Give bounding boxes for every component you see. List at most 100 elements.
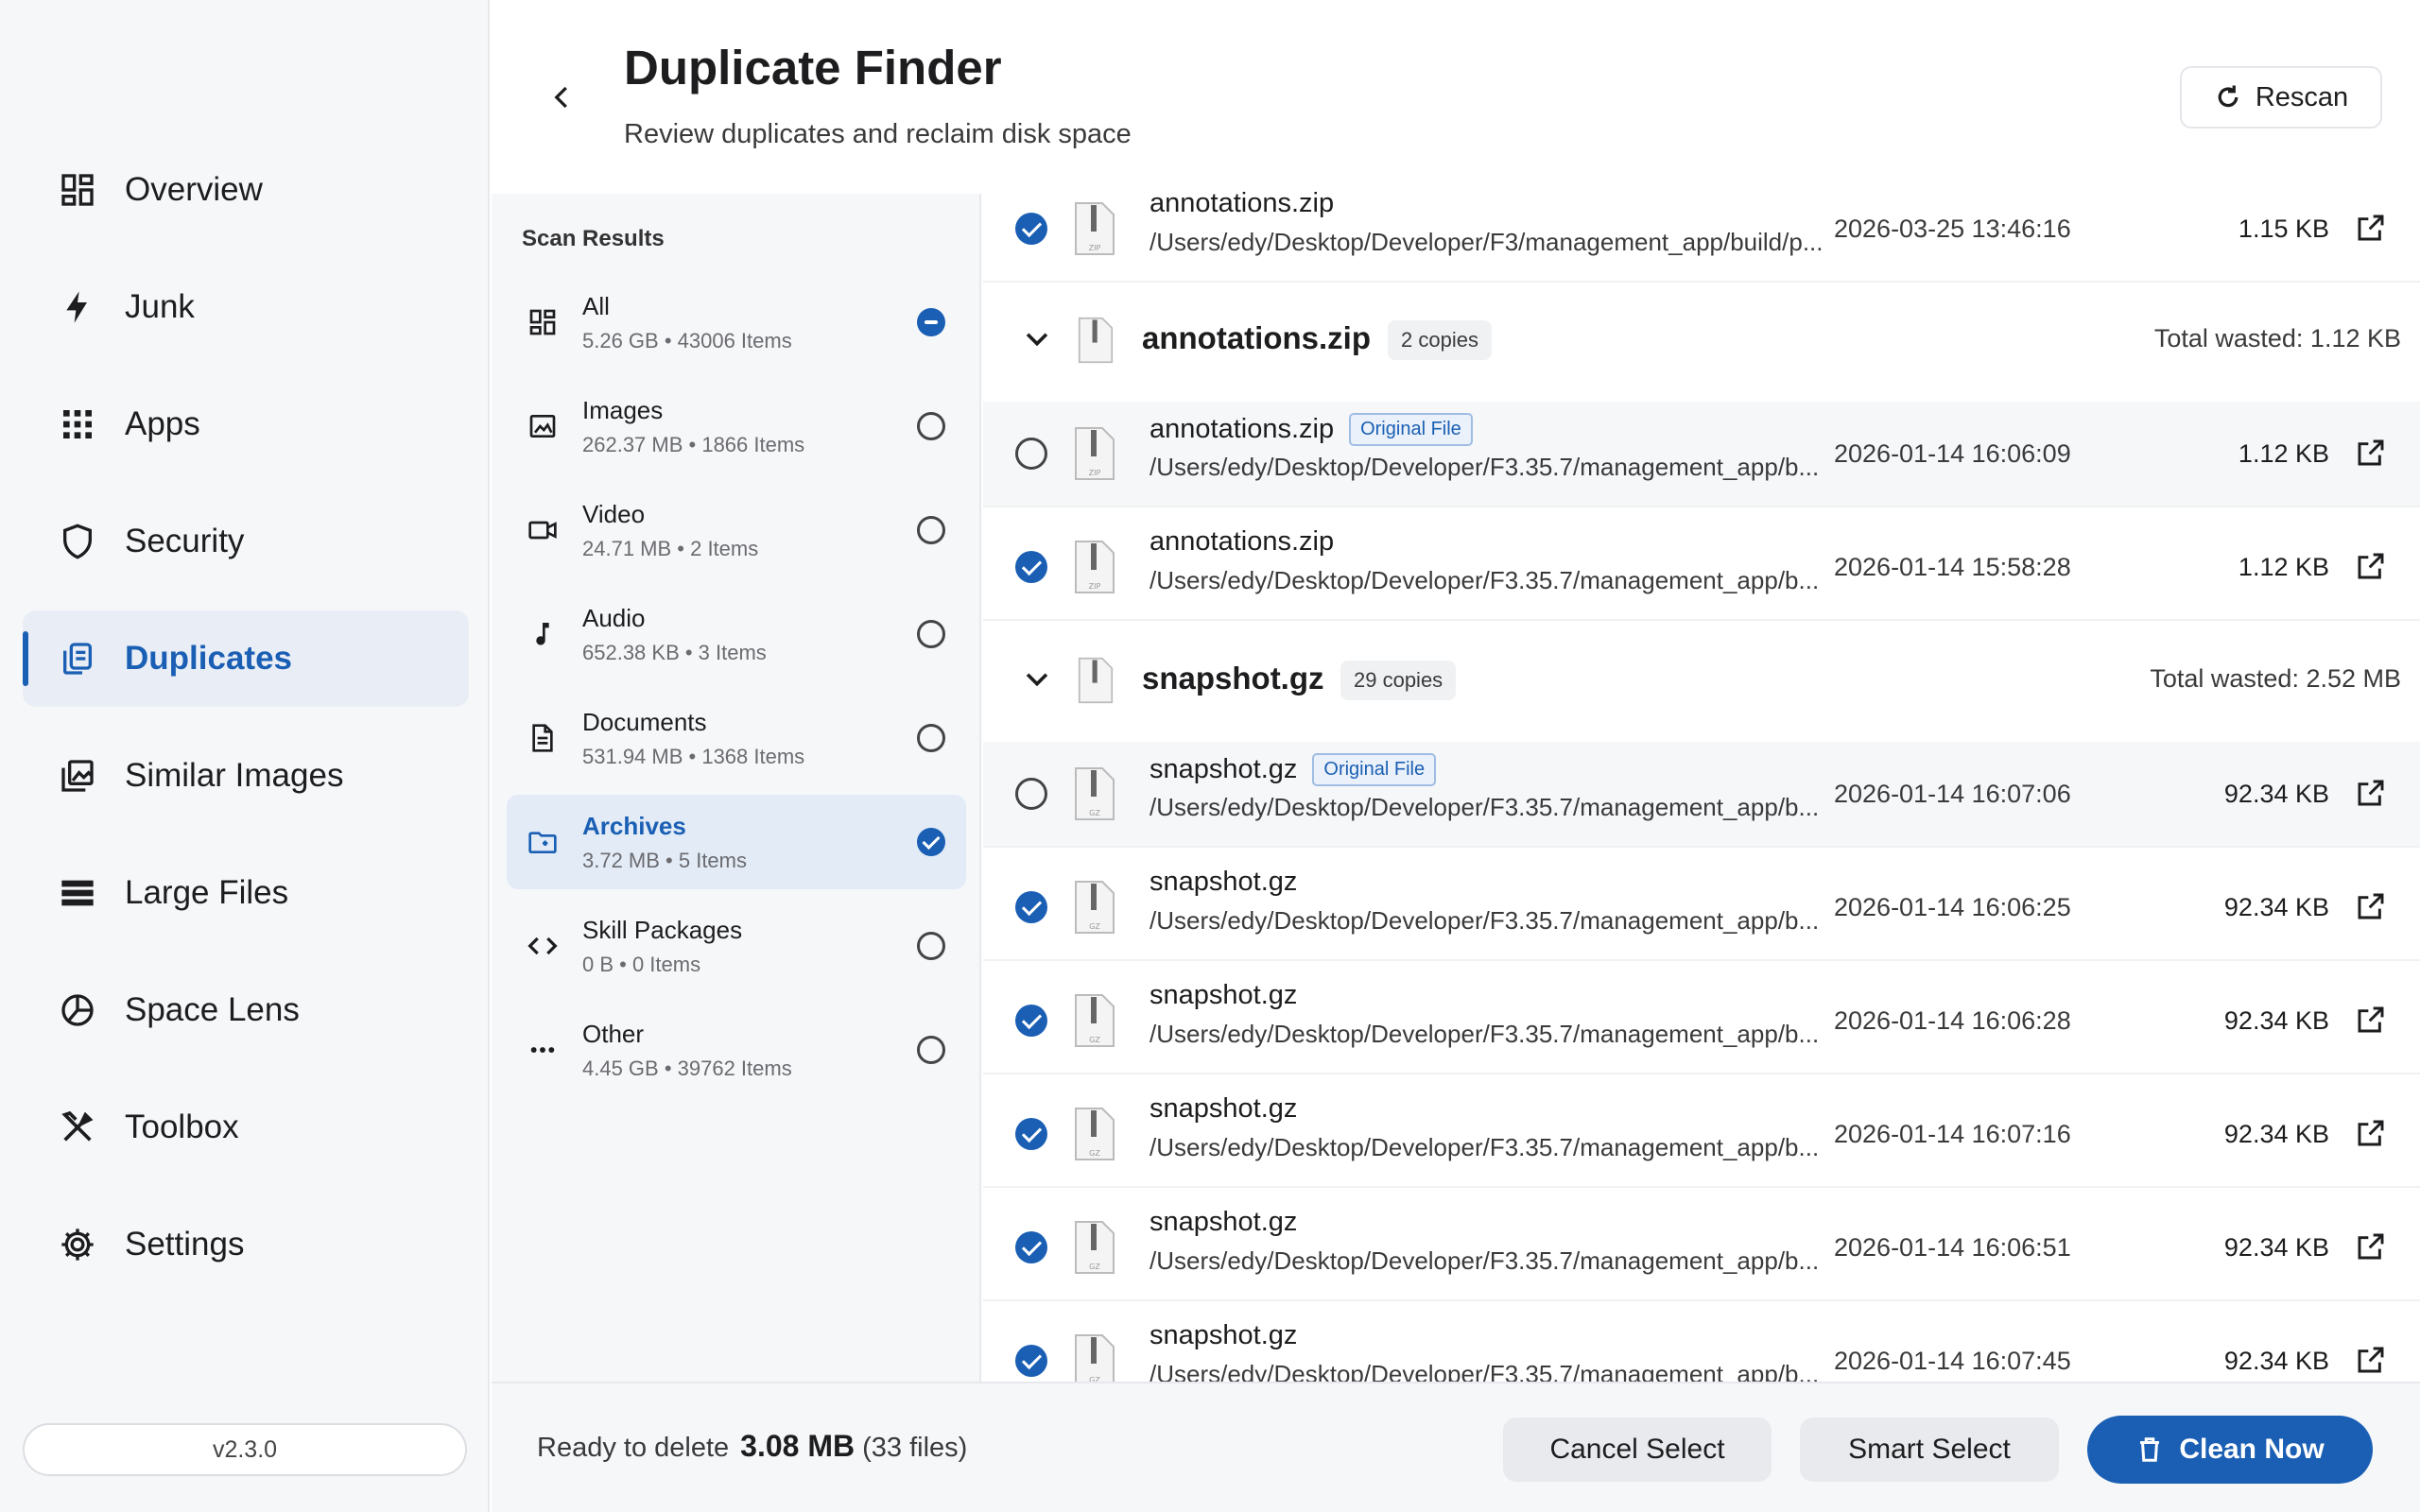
images-icon xyxy=(55,753,100,799)
file-size: 92.34 KB xyxy=(2223,893,2329,921)
sidebar-item-large-files[interactable]: Large Files xyxy=(23,845,469,941)
sidebar-item-label: Apps xyxy=(125,405,200,442)
file-name: snapshot.gz xyxy=(1150,1320,1298,1350)
sidebar-item-security[interactable]: Security xyxy=(23,493,469,590)
category-name: All xyxy=(582,291,610,320)
file-row[interactable]: GZ snapshot.gz /Users/edy/Desktop/Develo… xyxy=(983,1309,2420,1382)
file-checkbox[interactable] xyxy=(1015,1005,1047,1037)
sidebar-item-duplicates[interactable]: Duplicates xyxy=(23,610,469,707)
category-select-toggle[interactable] xyxy=(917,724,945,752)
sidebar-item-similar-images[interactable]: Similar Images xyxy=(23,728,469,824)
sidebar-item-overview[interactable]: Overview xyxy=(23,142,469,238)
file-row[interactable]: ZIP annotations.zip Original File /Users/… xyxy=(983,402,2420,507)
rescan-label: Rescan xyxy=(2255,81,2349,112)
file-checkbox[interactable] xyxy=(1015,1118,1047,1150)
smart-select-button[interactable]: Smart Select xyxy=(1800,1418,2059,1482)
file-path: /Users/edy/Desktop/Developer/F3.35.7/man… xyxy=(1150,1133,1820,1161)
svg-text:GZ: GZ xyxy=(1089,1149,1100,1158)
category-meta: 652.38 KB • 3 Items xyxy=(582,640,767,664)
sidebar-item-space-lens[interactable]: Space Lens xyxy=(23,962,469,1058)
category-archives[interactable]: Archives 3.72 MB • 5 Items xyxy=(507,795,966,889)
file-row[interactable]: GZ snapshot.gz /Users/edy/Desktop/Develo… xyxy=(983,1195,2420,1301)
chevron-down-icon[interactable] xyxy=(1021,322,1053,354)
open-external-icon[interactable] xyxy=(2356,778,2386,808)
category-other[interactable]: Other 4.45 GB • 39762 Items xyxy=(507,1003,966,1097)
svg-text:GZ: GZ xyxy=(1089,1036,1100,1044)
category-documents[interactable]: Documents 531.94 MB • 1368 Items xyxy=(507,691,966,785)
category-select-toggle[interactable] xyxy=(917,308,945,336)
file-checkbox[interactable] xyxy=(1015,778,1047,810)
gz-file-icon: GZ xyxy=(1075,1108,1115,1160)
open-external-icon[interactable] xyxy=(2356,438,2386,468)
category-all[interactable]: All 5.26 GB • 43006 Items xyxy=(507,275,966,369)
duplicate-group-header[interactable]: annotations.zip 2 copies Total wasted: 1… xyxy=(983,290,2420,388)
chevron-down-icon[interactable] xyxy=(1021,662,1053,695)
back-button[interactable] xyxy=(539,74,586,121)
file-date: 2026-01-14 16:07:06 xyxy=(1834,780,2071,808)
sidebar-item-apps[interactable]: Apps xyxy=(23,376,469,472)
sidebar-item-toolbox[interactable]: Toolbox xyxy=(23,1079,469,1176)
open-external-icon[interactable] xyxy=(2356,1231,2386,1262)
file-checkbox[interactable] xyxy=(1015,213,1047,245)
category-images[interactable]: Images 262.37 MB • 1866 Items xyxy=(507,379,966,473)
clean-now-button[interactable]: Clean Now xyxy=(2087,1416,2373,1484)
file-checkbox[interactable] xyxy=(1015,891,1047,923)
file-size: 92.34 KB xyxy=(2223,1347,2329,1375)
category-select-toggle[interactable] xyxy=(917,828,945,856)
cancel-select-button[interactable]: Cancel Select xyxy=(1503,1418,1772,1482)
duplicate-group-header[interactable]: snapshot.gz 29 copies Total wasted: 2.52… xyxy=(983,630,2420,729)
file-checkbox[interactable] xyxy=(1015,1231,1047,1263)
file-date: 2026-01-14 16:06:09 xyxy=(1834,439,2071,468)
file-checkbox[interactable] xyxy=(1015,438,1047,470)
file-name: annotations.zip xyxy=(1150,526,1335,557)
open-external-icon[interactable] xyxy=(2356,1345,2386,1375)
sidebar-item-settings[interactable]: Settings xyxy=(23,1196,469,1293)
zip-file-icon xyxy=(1078,317,1114,364)
group-wasted: Total wasted: 2.52 MB xyxy=(2150,664,2401,693)
archive-folder-icon xyxy=(526,825,560,859)
open-external-icon[interactable] xyxy=(2356,1118,2386,1148)
open-external-icon[interactable] xyxy=(2356,1005,2386,1035)
sidebar-item-label: Junk xyxy=(125,288,195,325)
category-name: Other xyxy=(582,1019,645,1048)
open-external-icon[interactable] xyxy=(2356,213,2386,243)
file-size: 92.34 KB xyxy=(2223,1233,2329,1262)
file-row[interactable]: GZ snapshot.gz Original File /Users/edy/D… xyxy=(983,742,2420,848)
overview-icon xyxy=(55,167,100,213)
file-row[interactable]: GZ snapshot.gz /Users/edy/Desktop/Develo… xyxy=(983,855,2420,961)
category-select-toggle[interactable] xyxy=(917,1036,945,1064)
file-name: snapshot.gz xyxy=(1150,1093,1298,1124)
file-checkbox[interactable] xyxy=(1015,1345,1047,1377)
category-skill-packages[interactable]: Skill Packages 0 B • 0 Items xyxy=(507,899,966,993)
gz-file-icon: GZ xyxy=(1075,1221,1115,1274)
file-path: /Users/edy/Desktop/Developer/F3.35.7/man… xyxy=(1150,906,1820,935)
category-select-toggle[interactable] xyxy=(917,932,945,960)
file-row[interactable]: GZ snapshot.gz /Users/edy/Desktop/Develo… xyxy=(983,969,2420,1074)
file-name: snapshot.gz xyxy=(1150,980,1298,1010)
file-row[interactable]: ZIP annotations.zip /Users/edy/Desktop/D… xyxy=(983,515,2420,621)
file-checkbox[interactable] xyxy=(1015,551,1047,583)
category-list: All 5.26 GB • 43006 Items Images 262.37 … xyxy=(507,275,966,1107)
gz-file-icon: GZ xyxy=(1075,1334,1115,1382)
category-name: Images xyxy=(582,395,664,424)
file-date: 2026-01-14 16:07:45 xyxy=(1834,1347,2071,1375)
document-icon xyxy=(526,721,560,755)
duplicates-icon xyxy=(55,636,100,681)
file-row[interactable]: GZ snapshot.gz /Users/edy/Desktop/Develo… xyxy=(983,1082,2420,1188)
category-select-toggle[interactable] xyxy=(917,620,945,648)
open-external-icon[interactable] xyxy=(2356,551,2386,581)
category-audio[interactable]: Audio 652.38 KB • 3 Items xyxy=(507,587,966,681)
file-path: /Users/edy/Desktop/Developer/F3.35.7/man… xyxy=(1150,1246,1820,1275)
more-dots-icon xyxy=(526,1033,560,1067)
category-select-toggle[interactable] xyxy=(917,412,945,440)
rescan-button[interactable]: Rescan xyxy=(2180,66,2382,129)
file-size: 1.15 KB xyxy=(2238,215,2329,243)
category-video[interactable]: Video 24.71 MB • 2 Items xyxy=(507,483,966,577)
open-external-icon[interactable] xyxy=(2356,891,2386,921)
scan-results-heading: Scan Results xyxy=(522,226,665,251)
group-name: snapshot.gz xyxy=(1142,661,1324,696)
file-row[interactable]: ZIP annotations.zip /Users/edy/Desktop/D… xyxy=(983,184,2420,283)
sidebar-item-junk[interactable]: Junk xyxy=(23,259,469,355)
category-select-toggle[interactable] xyxy=(917,516,945,544)
code-icon xyxy=(526,929,560,963)
